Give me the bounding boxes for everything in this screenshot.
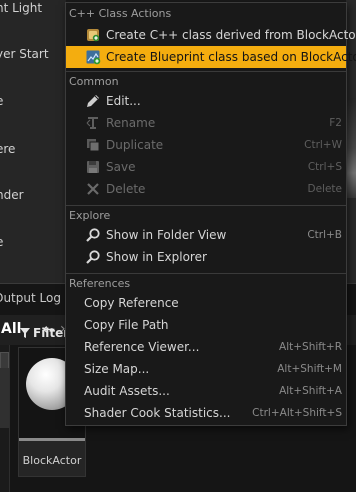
menu-item-edit[interactable]: Edit... (66, 90, 346, 112)
duplicate-icon (87, 139, 100, 152)
menu-item-reference-viewer[interactable]: Reference Viewer... Alt+Shift+R (66, 336, 346, 358)
save-disk-icon (87, 161, 99, 173)
shortcut-text: Alt+Shift+M (277, 363, 342, 375)
menu-item-label: Audit Assets... (84, 384, 170, 398)
sources-tree (0, 368, 9, 428)
menu-item-audit-assets[interactable]: Audit Assets... Alt+Shift+A (66, 380, 346, 402)
menu-item-copy-file-path[interactable]: Copy File Path (66, 314, 346, 336)
menu-item-label: Create Blueprint class based on BlockAct… (106, 50, 356, 64)
outliner-row-label: ere (0, 142, 16, 156)
world-outliner-panel: nt Light yer Start e ere nder e (0, 0, 66, 283)
outliner-row[interactable]: yer Start (0, 44, 66, 64)
menu-item-create-cpp-class[interactable]: Create C++ class derived from BlockActor (66, 24, 356, 46)
section-explore: Explore (69, 209, 111, 222)
shortcut-text: Ctrl+S (307, 161, 342, 173)
menu-item-label: Save (106, 160, 136, 174)
menu-item-label: Rename (106, 116, 156, 130)
magnifier-icon (86, 250, 100, 264)
menu-item-rename[interactable]: Rename F2 (66, 112, 346, 134)
menu-item-create-blueprint-class[interactable]: Create Blueprint class based on BlockAct… (66, 46, 356, 68)
asset-type-color-bar (19, 438, 85, 441)
outliner-row-label: e (0, 94, 3, 108)
shortcut-text: Delete (307, 183, 343, 195)
outliner-row-label: nt Light (0, 1, 43, 15)
outliner-row-label: e (0, 235, 3, 249)
shortcut-text: Ctrl+B (307, 229, 342, 241)
menu-item-label: Delete (106, 182, 146, 196)
menu-item-show-in-explorer[interactable]: Show in Explorer (66, 246, 346, 268)
context-menu: C++ Class Actions Create C++ class deriv… (65, 2, 356, 426)
menu-item-save[interactable]: Save Ctrl+S (66, 156, 346, 178)
menu-item-label: Create C++ class derived from BlockActor (106, 28, 356, 42)
outliner-row[interactable]: e (0, 91, 66, 111)
outliner-row[interactable]: nder (0, 185, 66, 205)
rename-icon (86, 117, 98, 129)
menu-item-label: Show in Explorer (106, 250, 207, 264)
menu-item-label: Reference Viewer... (84, 340, 200, 354)
menu-item-delete[interactable]: Delete Delete (66, 178, 346, 200)
shortcut-text: Ctrl+Alt+Shift+S (252, 407, 342, 419)
edit-pencil-icon (87, 95, 99, 107)
menu-divider (66, 273, 346, 274)
outliner-row[interactable]: ere (0, 139, 66, 159)
menu-item-copy-reference[interactable]: Copy Reference (66, 292, 346, 314)
menu-divider (66, 205, 346, 206)
menu-item-size-map[interactable]: Size Map... Alt+Shift+M (66, 358, 346, 380)
menu-item-label: Shader Cook Statistics... (84, 406, 231, 420)
menu-item-label: Copy File Path (84, 318, 169, 332)
shortcut-text: F2 (329, 117, 342, 129)
menu-item-show-in-folder-view[interactable]: Show in Folder View Ctrl+B (66, 224, 346, 246)
outliner-row[interactable]: nt Light (0, 0, 66, 18)
shortcut-text: Alt+Shift+A (279, 385, 342, 397)
shortcut-text: Alt+Shift+R (279, 341, 342, 353)
menu-item-label: Size Map... (84, 362, 150, 376)
blueprint-class-icon (86, 50, 101, 65)
outliner-row[interactable]: e (0, 232, 66, 252)
shortcut-text: Ctrl+W (304, 139, 342, 151)
menu-item-duplicate[interactable]: Duplicate Ctrl+W (66, 134, 346, 156)
section-cpp-class-actions: C++ Class Actions (69, 7, 172, 20)
menu-item-label: Edit... (106, 94, 141, 108)
menu-item-label: Duplicate (106, 138, 164, 152)
outliner-row-label: yer Start (0, 47, 49, 61)
path-breadcrumb-all[interactable]: All (1, 319, 21, 339)
menu-item-label: Copy Reference (84, 296, 179, 310)
asset-name: BlockActor (22, 454, 82, 467)
menu-item-shader-cook-statistics[interactable]: Shader Cook Statistics... Ctrl+Alt+Shift… (66, 402, 346, 424)
tab-output-log[interactable]: Output Log (0, 289, 61, 307)
menu-divider (66, 71, 346, 72)
section-references: References (69, 277, 131, 290)
outliner-row-label: nder (0, 188, 24, 202)
delete-x-icon (87, 183, 99, 195)
section-common: Common (69, 75, 119, 88)
magnifier-icon (86, 228, 100, 242)
filter-icon (20, 328, 30, 338)
cpp-class-icon (87, 29, 100, 42)
menu-item-label: Show in Folder View (106, 228, 227, 242)
